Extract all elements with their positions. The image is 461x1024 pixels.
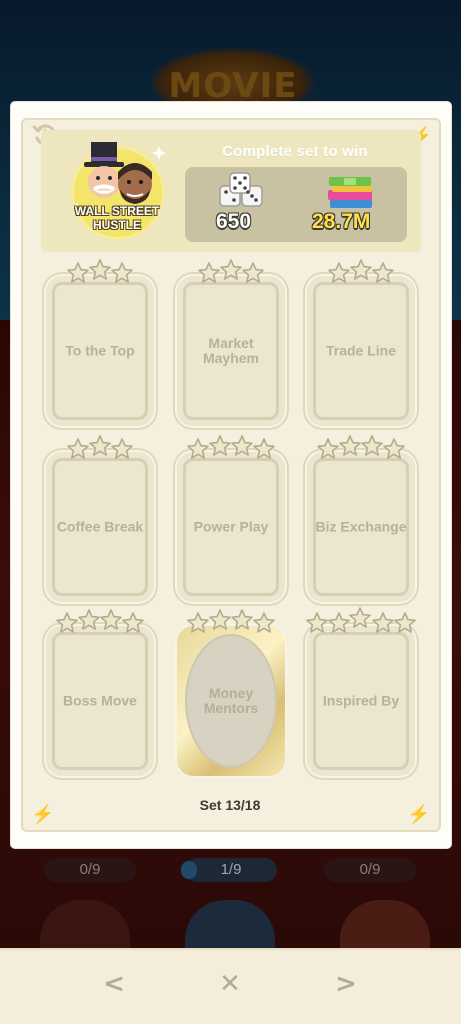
star-icon [361,435,383,456]
corner-ornament-bottom-left: ⚡ [31,804,55,824]
star-icon [187,438,209,459]
card-label: Biz Exchange [315,518,407,535]
cash-stack-icon [328,177,372,208]
card-slot[interactable]: Power Play [177,452,285,602]
star-icon [209,609,231,630]
star-icon [383,438,405,459]
progress-pill-3: 0/9 [324,858,416,882]
star-icon [56,612,78,633]
card-slot[interactable]: Market Mayhem [177,276,285,426]
progress-pill-2-text: 1/9 [220,861,242,878]
star-icon [231,435,253,456]
next-set-button[interactable]: > [328,966,364,1002]
card-slot[interactable]: Boss Move [46,626,154,776]
star-icon [78,609,100,630]
star-icon [242,262,264,283]
star-icon [339,435,361,456]
star-icon [350,259,372,280]
set-number-label: Set 13/18 [199,797,261,813]
corner-ornament-bottom-right: ⚡ [407,804,431,824]
movie-banner-text: MOVIE [168,66,298,106]
star-icon [394,612,416,633]
card-label: Market Mayhem [202,335,260,366]
star-icon [253,438,275,459]
progress-dot [181,861,197,879]
star-icon [209,435,231,456]
close-button[interactable]: ✕ [212,966,248,1002]
card-slot[interactable]: Money Mentors [177,626,285,776]
badge-name: WALL STREET HUSTLE [74,204,160,232]
card-slot[interactable]: Coffee Break [46,452,154,602]
set-badge: WALL STREET HUSTLE [63,140,171,246]
star-icon [187,612,209,633]
card-label: To the Top [65,342,135,359]
star-icon [122,612,144,633]
progress-pill-1: 0/9 [44,858,136,882]
card-label: Coffee Break [56,518,144,535]
star-icon [328,612,350,633]
previous-set-button[interactable]: < [96,966,132,1002]
header-title: Complete set to win [222,143,368,160]
card-slot[interactable]: To the Top [46,276,154,426]
star-icon [372,262,394,283]
star-icon [198,262,220,283]
progress-pill-2: 1/9 [181,858,277,882]
card-slot[interactable]: Trade Line [307,276,415,426]
star-icon [89,435,111,456]
star-icon [111,262,133,283]
reward-dice-value: 650 [216,210,252,233]
reward-cash-value: 28.7M [312,210,371,233]
card-label: Boss Move [63,692,137,709]
star-icon [100,609,122,630]
card-label: Money Mentors [203,685,259,716]
star-icon [328,262,350,283]
card-label: Inspired By [322,692,400,709]
star-icon [231,609,253,630]
star-icon [111,438,133,459]
star-icon [89,259,111,280]
star-icon [67,262,89,283]
star-icon [67,438,89,459]
star-icon [253,612,275,633]
card-slot[interactable]: Biz Exchange [307,452,415,602]
dice-icon [219,172,263,207]
star-icon [317,438,339,459]
card-slot[interactable]: Inspired By [307,626,415,776]
star-icon [349,607,371,628]
card-label: Trade Line [325,342,397,359]
star-icon [306,612,328,633]
card-label: Power Play [193,518,269,535]
star-icon [372,612,394,633]
star-icon [220,259,242,280]
